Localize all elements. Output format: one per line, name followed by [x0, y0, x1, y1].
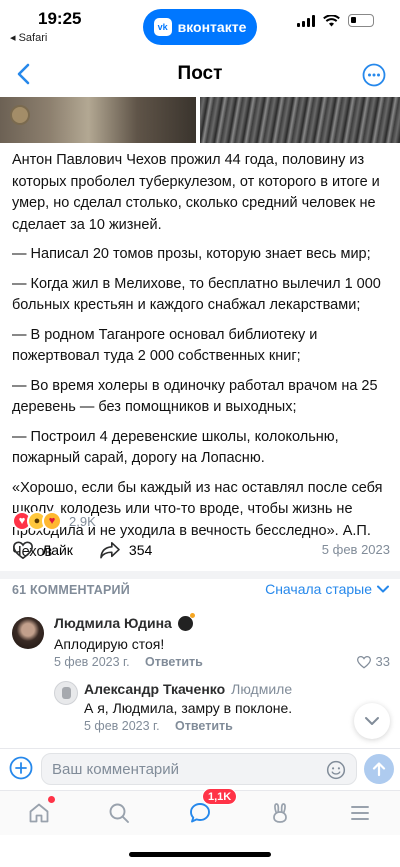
- wifi-icon: [323, 14, 340, 26]
- status-time: 19:25: [38, 9, 82, 28]
- comment-like-button[interactable]: 33: [356, 654, 390, 669]
- tab-home[interactable]: [25, 799, 53, 827]
- comment-author-name: Александр Ткаченко: [84, 681, 226, 697]
- comment-text: А я, Людмила, замру в поклоне.: [84, 700, 293, 716]
- avatar[interactable]: [54, 681, 78, 705]
- vk-app-pill[interactable]: vk вконтакте: [143, 9, 257, 45]
- comment-text: Аплодирую стоя!: [54, 636, 165, 652]
- post-date: 5 фев 2023: [321, 542, 390, 557]
- tab-clips[interactable]: [266, 799, 294, 827]
- share-count: 354: [128, 542, 153, 558]
- share-icon: [100, 541, 120, 559]
- more-options-button[interactable]: [362, 63, 386, 87]
- heart-icon: [356, 655, 371, 669]
- menu-icon: [351, 806, 369, 820]
- comment-input-placeholder: Ваш комментарий: [52, 761, 180, 778]
- signal-icon: [297, 14, 315, 27]
- post-photos: [0, 97, 400, 143]
- comment-author[interactable]: Александр Ткаченко Людмиле: [84, 681, 292, 697]
- avatar[interactable]: [12, 617, 44, 649]
- comment-like-count: 33: [375, 654, 390, 669]
- search-icon: [109, 803, 129, 823]
- post-paragraph: — Во время холеры в одиночку работал вра…: [12, 377, 378, 416]
- post-photo-1[interactable]: [0, 97, 196, 143]
- tab-menu[interactable]: [346, 799, 374, 827]
- back-to-app-link[interactable]: ◂ Safari: [10, 31, 47, 44]
- comments-count: 61 КОММЕНТАРИЙ: [12, 583, 130, 597]
- post-paragraph: Антон Павлович Чехов прожил 44 года, пол…: [12, 152, 380, 233]
- bunny-ears-icon: [273, 803, 287, 823]
- reply-button[interactable]: Ответить: [145, 655, 203, 669]
- heart-eyes-reaction-icon: ♥: [42, 511, 62, 531]
- like-button[interactable]: Лайк: [12, 540, 73, 560]
- bottom-tab-bar: 1,1K: [0, 788, 400, 835]
- arrow-up-icon: [372, 762, 386, 777]
- chevron-down-icon: [365, 717, 379, 725]
- nav-bar: Пост: [0, 55, 400, 95]
- heart-icon: [13, 541, 33, 560]
- bomb-status-icon: [177, 612, 195, 631]
- post-paragraph: — Построил 4 деревенские школы, колоколь…: [12, 428, 339, 467]
- status-bar: 19:25 ◂ Safari vk вконтакте: [0, 0, 400, 50]
- home-indicator: [129, 852, 271, 857]
- comments-sort-dropdown[interactable]: Сначала старые: [265, 581, 390, 597]
- home-notification-dot: [48, 796, 55, 803]
- comment-author[interactable]: Людмила Юдина: [54, 612, 195, 631]
- comment-composer: Ваш комментарий: [0, 748, 400, 788]
- reactions-count: 2,9K: [69, 513, 96, 529]
- status-indicators: [297, 14, 374, 27]
- vk-logo-icon: vk: [153, 18, 172, 36]
- comment-meta: 5 фев 2023 г. Ответить: [54, 655, 203, 669]
- post-paragraph: — Когда жил в Мелихове, то бесплатно выл…: [12, 275, 381, 314]
- comments-sort-label: Сначала старые: [265, 581, 372, 597]
- like-label: Лайк: [42, 542, 73, 558]
- home-icon: [29, 803, 49, 823]
- comment-date: 5 фев 2023 г.: [54, 655, 130, 669]
- post-body: Антон Павлович Чехов прожил 44 года, пол…: [12, 150, 390, 572]
- comment-author-name: Людмила Юдина: [54, 615, 172, 631]
- messages-badge: 1,1K: [202, 788, 238, 805]
- page-title: Пост: [177, 63, 223, 84]
- tab-search[interactable]: [105, 799, 133, 827]
- comment-meta: 5 фев 2023 г. Ответить: [84, 719, 233, 733]
- vk-app-pill-label: вконтакте: [177, 19, 247, 35]
- post-actions: Лайк 354 5 фев 2023: [12, 537, 390, 563]
- post-photo-2[interactable]: [200, 97, 400, 143]
- post-paragraph: — В родном Таганроге основал библиотеку …: [12, 326, 318, 365]
- reply-button[interactable]: Ответить: [175, 719, 233, 733]
- scroll-down-button[interactable]: [354, 703, 390, 739]
- share-button[interactable]: 354: [99, 541, 152, 559]
- comment-input[interactable]: Ваш комментарий: [41, 753, 357, 785]
- section-divider: [0, 571, 400, 579]
- post-paragraph: — Написал 20 томов прозы, которую знает …: [12, 246, 371, 262]
- comments-header: 61 КОММЕНТАРИЙ Сначала старые: [12, 580, 390, 602]
- battery-icon: [348, 14, 374, 27]
- reactions-summary[interactable]: ♥ ● ♥ 2,9K: [12, 511, 96, 531]
- badge-pin-icon: [10, 105, 30, 125]
- chevron-down-icon: [377, 585, 389, 593]
- emoji-sticker-button[interactable]: [326, 760, 346, 780]
- add-attachment-button[interactable]: [9, 756, 33, 780]
- reply-to-name: Людмиле: [231, 681, 293, 697]
- comment-date: 5 фев 2023 г.: [84, 719, 160, 733]
- send-button[interactable]: [364, 754, 394, 784]
